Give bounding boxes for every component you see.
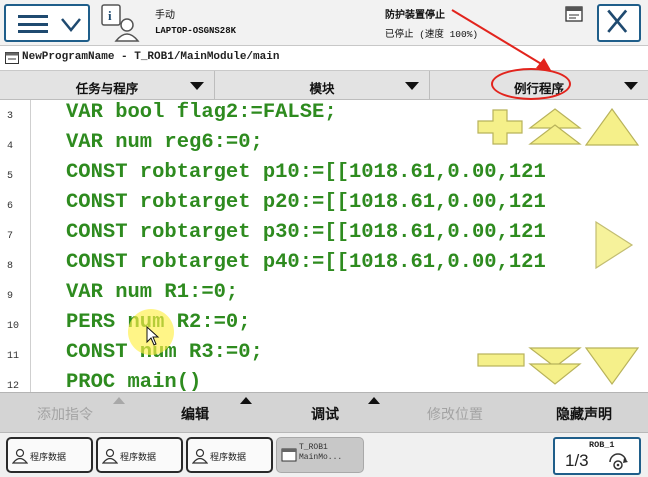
page-up-button[interactable]: [528, 108, 582, 146]
code-line[interactable]: 8 CONST robtarget p40:=[[1018.61,0.00,121: [0, 250, 648, 280]
command-bar: 添加指令 编辑 调试 修改位置 隐藏声明: [0, 392, 648, 432]
tab-label: 模块: [309, 82, 335, 96]
line-number: 7: [7, 231, 14, 242]
safety-status: 防护装置停止: [385, 11, 445, 22]
breadcrumb: NewProgramName - T_ROB1/MainModule/main: [0, 47, 648, 69]
edit-button[interactable]: 编辑: [130, 393, 260, 433]
top-bar: i 手动 LAPTOP-OSGNS28K 防护装置停止 已停止 (速度 100%…: [0, 0, 648, 46]
task-program-data-3[interactable]: 程序数据: [186, 437, 273, 473]
program-data-icon: [102, 448, 118, 464]
code-line[interactable]: 10PERS num R2:=0;: [0, 310, 648, 340]
program-data-icon: [192, 448, 208, 464]
line-number-divider: [30, 100, 31, 392]
code-text[interactable]: CONST robtarget p20:=[[1018.61,0.00,121: [66, 191, 546, 214]
command-label: 调试: [311, 406, 339, 422]
tab-tasks-and-programs[interactable]: 任务与程序: [0, 71, 215, 100]
close-button[interactable]: [597, 4, 641, 42]
tab-modules[interactable]: 模块: [215, 71, 430, 100]
dropdown-arrow-icon: [405, 82, 419, 90]
menu-up-arrow-icon: [368, 397, 380, 404]
program-icon: [281, 448, 297, 462]
task-program-data-2[interactable]: 程序数据: [96, 437, 183, 473]
modify-position-button[interactable]: 修改位置: [390, 393, 520, 433]
command-label: 隐藏声明: [556, 406, 612, 422]
code-text[interactable]: VAR num reg6:=0;: [66, 131, 263, 154]
code-line[interactable]: 5 CONST robtarget p10:=[[1018.61,0.00,121: [0, 160, 648, 190]
program-icon: [5, 52, 19, 64]
task-program-data-1[interactable]: 程序数据: [6, 437, 93, 473]
gear-icon: [609, 453, 628, 470]
command-label: 编辑: [181, 406, 209, 422]
line-number: 8: [7, 261, 14, 272]
task-label: 程序数据: [120, 452, 157, 462]
command-label: 修改位置: [427, 406, 483, 422]
task-label-line2: MainMo...: [299, 453, 343, 462]
line-number: 4: [7, 141, 14, 152]
controller-name: LAPTOP-OSGNS28K: [155, 26, 237, 36]
line-number: 5: [7, 171, 14, 182]
code-text[interactable]: CONST robtarget p10:=[[1018.61,0.00,121: [66, 161, 546, 184]
quickset-button[interactable]: ROB_1 1/3: [553, 437, 641, 475]
program-path: NewProgramName - T_ROB1/MainModule/main: [22, 51, 280, 63]
zoom-in-button[interactable]: [477, 109, 523, 145]
task-label: 程序数据: [30, 452, 67, 462]
line-number: 9: [7, 291, 14, 302]
code-text[interactable]: CONST robtarget p40:=[[1018.61,0.00,121: [66, 251, 546, 274]
code-line[interactable]: 6 CONST robtarget p20:=[[1018.61,0.00,121: [0, 190, 648, 220]
run-mode-indicator: 1/3: [565, 451, 589, 470]
chevron-down-icon: [61, 18, 81, 32]
add-instruction-button[interactable]: 添加指令: [0, 393, 130, 433]
scroll-up-button[interactable]: [585, 108, 639, 146]
task-label: T_ROB1 MainMo...: [299, 443, 342, 463]
main-menu-button[interactable]: [4, 4, 90, 42]
line-number: 12: [7, 381, 20, 392]
status-icon[interactable]: [565, 6, 583, 22]
command-label: 添加指令: [37, 406, 93, 422]
task-label: 程序数据: [210, 452, 247, 462]
menu-up-arrow-icon: [113, 397, 125, 404]
code-text[interactable]: PROC main(): [66, 371, 201, 392]
zoom-out-button[interactable]: [477, 350, 525, 370]
operation-mode: 手动: [155, 11, 175, 22]
run-status: 已停止 (速度 100%): [385, 29, 479, 40]
svg-text:i: i: [108, 8, 112, 23]
line-number: 11: [7, 351, 20, 362]
close-icon: [607, 9, 628, 33]
code-line[interactable]: 7 CONST robtarget p30:=[[1018.61,0.00,121: [0, 220, 648, 250]
page-down-button[interactable]: [528, 346, 582, 386]
scroll-down-button[interactable]: [585, 346, 639, 386]
dropdown-arrow-icon: [624, 82, 638, 90]
dropdown-arrow-icon: [190, 82, 204, 90]
code-line[interactable]: 9 VAR num R1:=0;: [0, 280, 648, 310]
scroll-right-button[interactable]: [594, 220, 634, 270]
robot-name: ROB_1: [589, 440, 615, 450]
hide-declarations-button[interactable]: 隐藏声明: [520, 393, 648, 433]
menu-up-arrow-icon: [240, 397, 252, 404]
code-text[interactable]: VAR num R1:=0;: [66, 281, 238, 304]
task-label-line1: T_ROB1: [299, 443, 328, 452]
line-number: 6: [7, 201, 14, 212]
debug-button[interactable]: 调试: [260, 393, 390, 433]
annotation-circle: [491, 68, 571, 100]
user-info-icon[interactable]: i: [100, 3, 142, 43]
line-number: 3: [7, 111, 14, 122]
program-data-icon: [12, 448, 28, 464]
taskbar: 程序数据 程序数据 程序数据 T_ROB1 MainMo... ROB_1 1/…: [0, 432, 648, 477]
tab-label: 任务与程序: [75, 82, 139, 96]
code-text[interactable]: CONST robtarget p30:=[[1018.61,0.00,121: [66, 221, 546, 244]
mouse-cursor-icon: [146, 326, 160, 346]
menu-icon: [18, 15, 48, 33]
code-text[interactable]: VAR bool flag2:=FALSE;: [66, 101, 337, 124]
line-number: 10: [7, 321, 20, 332]
task-program-editor[interactable]: T_ROB1 MainMo...: [276, 437, 364, 473]
